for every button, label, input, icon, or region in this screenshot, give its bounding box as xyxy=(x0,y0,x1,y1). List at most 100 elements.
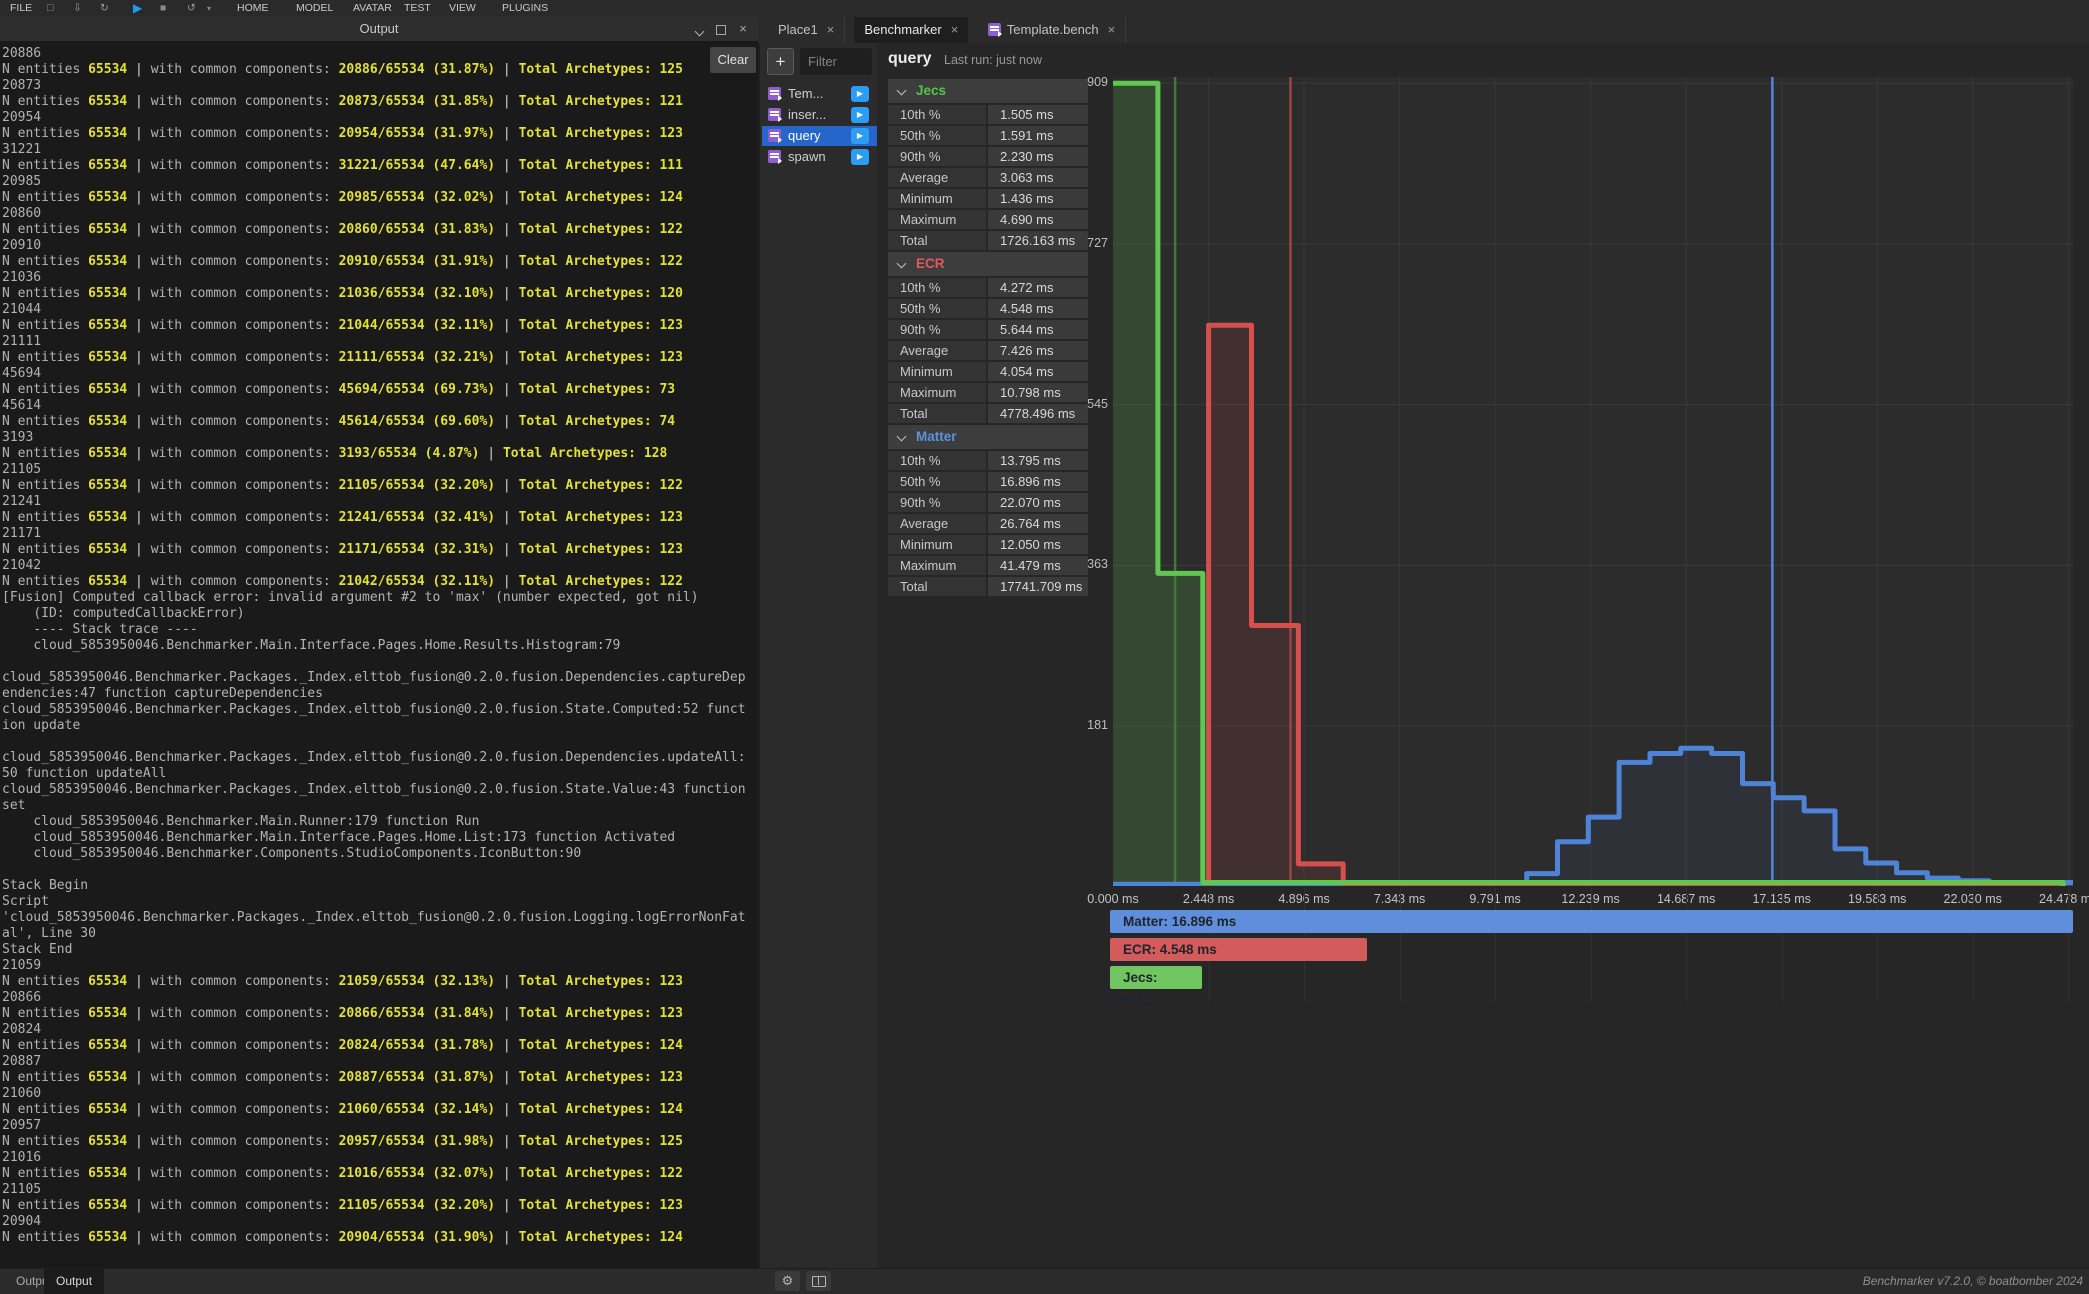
close-panel-icon[interactable]: × xyxy=(736,22,750,36)
log-line-count: 21105 xyxy=(2,1182,748,1198)
import-icon[interactable]: ⇩ xyxy=(73,0,82,17)
file-menu[interactable]: FILE xyxy=(10,0,32,17)
clear-output-button[interactable]: Clear xyxy=(710,47,756,73)
benchmark-item-label: query xyxy=(788,126,821,146)
stat-value: 2.230 ms xyxy=(988,147,1088,166)
log-line-count: 20985 xyxy=(2,174,748,190)
benchmark-item-label: Tem... xyxy=(788,84,823,104)
output-panel-header: Output × xyxy=(0,17,758,42)
stat-label-Maximum: Maximum xyxy=(888,210,986,229)
legend-bar-ecr[interactable]: ECR: 4.548 ms xyxy=(1110,938,1367,961)
error-log-line: cloud_5853950046.Benchmarker.Packages._I… xyxy=(2,670,748,702)
error-log-line: [Fusion] Computed callback error: invali… xyxy=(2,590,748,606)
stat-value: 3.063 ms xyxy=(988,168,1088,187)
log-line-entities: N entities 65534 | with common component… xyxy=(2,510,748,526)
results-title: query xyxy=(888,50,932,68)
stop-icon[interactable]: ■ xyxy=(160,0,166,17)
tab-close-icon[interactable]: × xyxy=(827,22,835,37)
undo-dropdown-icon[interactable]: ▾ xyxy=(207,0,211,17)
new-file-icon[interactable]: □ xyxy=(47,0,53,17)
stat-value: 22.070 ms xyxy=(988,493,1088,512)
error-log-line: (ID: computedCallbackError) xyxy=(2,606,748,622)
log-line-count: 20866 xyxy=(2,990,748,1006)
docs-book-icon[interactable] xyxy=(806,1271,831,1291)
run-benchmark-button[interactable]: ▶ xyxy=(851,128,869,144)
run-benchmark-button[interactable]: ▶ xyxy=(851,86,869,102)
doc-tab-template-bench[interactable]: Template.bench× xyxy=(978,17,1126,43)
credit-text: Benchmarker v7.2.0, © boatbomber 2024 xyxy=(1863,1269,2083,1294)
section-header-ecr[interactable]: ECR xyxy=(888,252,1088,276)
stat-value: 4.690 ms xyxy=(988,210,1088,229)
redo-icon[interactable]: ↻ xyxy=(100,0,109,17)
stat-label-50th: 50th % xyxy=(888,299,986,318)
log-line-entities: N entities 65534 | with common component… xyxy=(2,1006,748,1022)
bottom-tab-output-1[interactable]: Output xyxy=(44,1269,104,1294)
section-header-jecs[interactable]: Jecs xyxy=(888,79,1088,103)
benchmark-item-label: inser... xyxy=(788,105,826,125)
output-console[interactable]: 20886N entities 65534 | with common comp… xyxy=(0,41,758,1268)
legend-bar-label: Jecs: 1.591... xyxy=(1110,970,1158,1008)
stat-value: 17741.709 ms xyxy=(988,577,1088,596)
section-name: ECR xyxy=(916,252,945,276)
ribbon-menu-model[interactable]: MODEL xyxy=(296,0,333,17)
log-line-entities: N entities 65534 | with common component… xyxy=(2,62,748,78)
section-header-matter[interactable]: Matter xyxy=(888,425,1088,449)
error-log-line xyxy=(2,862,748,878)
stat-value: 4.272 ms xyxy=(988,278,1088,297)
ribbon-menu-avatar[interactable]: AVATAR xyxy=(353,0,392,17)
play-icon[interactable]: ▶ xyxy=(133,0,142,17)
doc-tab-benchmarker[interactable]: Benchmarker× xyxy=(854,17,968,43)
ribbon-menu-view[interactable]: VIEW xyxy=(449,0,476,17)
legend-bar-jecs[interactable]: Jecs: 1.591... xyxy=(1110,966,1202,989)
x-tick-label: 0.000 ms xyxy=(1075,892,1151,906)
log-line-count: 21111 xyxy=(2,334,748,350)
float-window-icon[interactable] xyxy=(714,24,728,38)
tab-close-icon[interactable]: × xyxy=(1108,22,1116,37)
bench-script-icon xyxy=(988,23,1001,36)
log-line-count: 20954 xyxy=(2,110,748,126)
benchmark-item-inser[interactable]: inser... ▶ xyxy=(762,105,877,125)
bench-script-icon xyxy=(768,129,781,142)
error-log-line: Stack End xyxy=(2,942,748,958)
log-line-count: 21044 xyxy=(2,302,748,318)
log-line-entities: N entities 65534 | with common component… xyxy=(2,1102,748,1118)
gear-icon[interactable]: ⚙ xyxy=(775,1271,800,1291)
run-benchmark-button[interactable]: ▶ xyxy=(851,107,869,123)
error-log-line: cloud_5853950046.Benchmarker.Main.Interf… xyxy=(2,830,748,846)
log-line-count: 21060 xyxy=(2,1086,748,1102)
log-line-entities: N entities 65534 | with common component… xyxy=(2,222,748,238)
ribbon-menu-home[interactable]: HOME xyxy=(237,0,269,17)
benchmark-item-query[interactable]: query ▶ xyxy=(762,126,877,146)
legend-gridline xyxy=(1400,886,1401,1002)
log-line-entities: N entities 65534 | with common component… xyxy=(2,286,748,302)
log-line-entities: N entities 65534 | with common component… xyxy=(2,158,748,174)
ribbon-menu-plugins[interactable]: PLUGINS xyxy=(502,0,548,17)
stat-label-10th: 10th % xyxy=(888,105,986,124)
log-line-entities: N entities 65534 | with common component… xyxy=(2,974,748,990)
error-log-line: cloud_5853950046.Benchmarker.Packages._I… xyxy=(2,702,748,734)
log-line-count: 45694 xyxy=(2,366,748,382)
undo-icon[interactable]: ↺ xyxy=(187,0,196,17)
log-line-count: 21016 xyxy=(2,1150,748,1166)
filter-input[interactable] xyxy=(800,48,872,75)
run-benchmark-button[interactable]: ▶ xyxy=(851,149,869,165)
stat-value: 12.050 ms xyxy=(988,535,1088,554)
add-benchmark-button[interactable]: + xyxy=(767,48,794,75)
tab-close-icon[interactable]: × xyxy=(951,22,959,37)
stat-value: 1.436 ms xyxy=(988,189,1088,208)
doc-tab-place1[interactable]: Place1× xyxy=(768,17,845,43)
collapse-chevron-icon[interactable] xyxy=(692,24,706,38)
benchmark-item-spawn[interactable]: spawn▶ xyxy=(762,147,877,167)
error-log-line: cloud_5853950046.Benchmarker.Packages._I… xyxy=(2,782,748,814)
log-line-count: 21241 xyxy=(2,494,748,510)
ribbon-menu-test[interactable]: TEST xyxy=(404,0,431,17)
stat-label-Total: Total xyxy=(888,231,986,250)
legend-bar-matter[interactable]: Matter: 16.896 ms xyxy=(1110,910,2073,933)
legend-bar-label: Matter: 16.896 ms xyxy=(1123,914,1236,929)
stat-value: 4.548 ms xyxy=(988,299,1088,318)
chevron-down-icon xyxy=(897,86,907,96)
stat-label-Minimum: Minimum xyxy=(888,535,986,554)
stat-label-90th: 90th % xyxy=(888,493,986,512)
log-line-entities: N entities 65534 | with common component… xyxy=(2,126,748,142)
benchmark-item-Tem[interactable]: Tem... ▶ xyxy=(762,84,877,104)
